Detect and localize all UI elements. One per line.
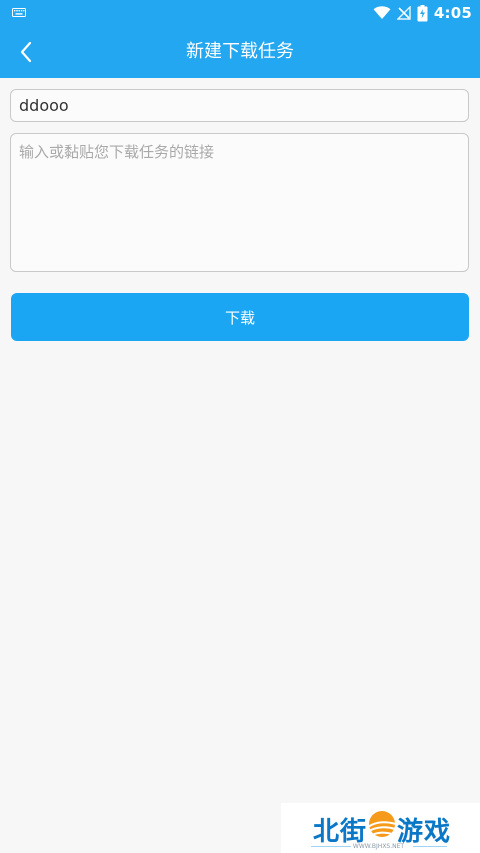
download-button-label: 下载 xyxy=(224,308,255,327)
keyboard-icon xyxy=(12,8,26,17)
download-link-input[interactable] xyxy=(10,133,469,272)
battery-charging-icon xyxy=(417,4,428,21)
page-title: 新建下载任务 xyxy=(186,41,294,62)
watermark: 北街 游戏 WWW.BJHXS.NET xyxy=(281,803,480,853)
task-name-input[interactable] xyxy=(10,89,469,122)
download-button[interactable]: 下载 xyxy=(11,293,469,341)
status-time: 4:05 xyxy=(433,4,472,22)
watermark-divider-right xyxy=(413,846,447,847)
watermark-logo-icon xyxy=(367,811,397,837)
status-bar: 4:05 xyxy=(0,0,480,26)
wifi-icon xyxy=(373,6,391,19)
status-icons: 4:05 xyxy=(373,0,472,26)
no-signal-icon xyxy=(396,6,411,20)
app-bar: 新建下载任务 xyxy=(0,26,480,78)
